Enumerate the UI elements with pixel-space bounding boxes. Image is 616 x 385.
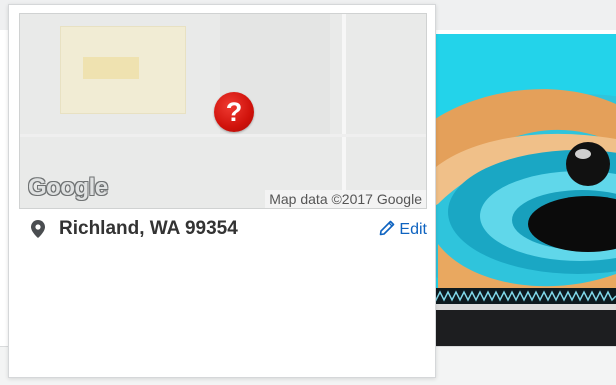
edit-button[interactable]: Edit (379, 220, 427, 239)
map-pin-icon (31, 220, 45, 238)
google-logo: Google (28, 174, 108, 201)
map-road-vertical (342, 14, 346, 208)
location-row: Richland, WA 99354 Edit (31, 217, 427, 241)
thumbnail-footer (428, 310, 616, 346)
map-error-icon: ? (214, 92, 254, 132)
pencil-icon (380, 220, 395, 236)
edit-label: Edit (399, 221, 427, 238)
waveform (428, 288, 616, 304)
map-road-horizontal (20, 134, 426, 137)
map-attribution: Map data ©2017 Google (265, 190, 426, 208)
location-card: ? Google Map data ©2017 Google Richland,… (8, 4, 436, 378)
map-preview[interactable]: ? Google Map data ©2017 Google (19, 13, 427, 209)
map-building-detail (83, 57, 139, 79)
map-building (60, 26, 186, 114)
location-text: Richland, WA 99354 (59, 218, 238, 239)
video-thumbnail[interactable] (428, 34, 616, 346)
